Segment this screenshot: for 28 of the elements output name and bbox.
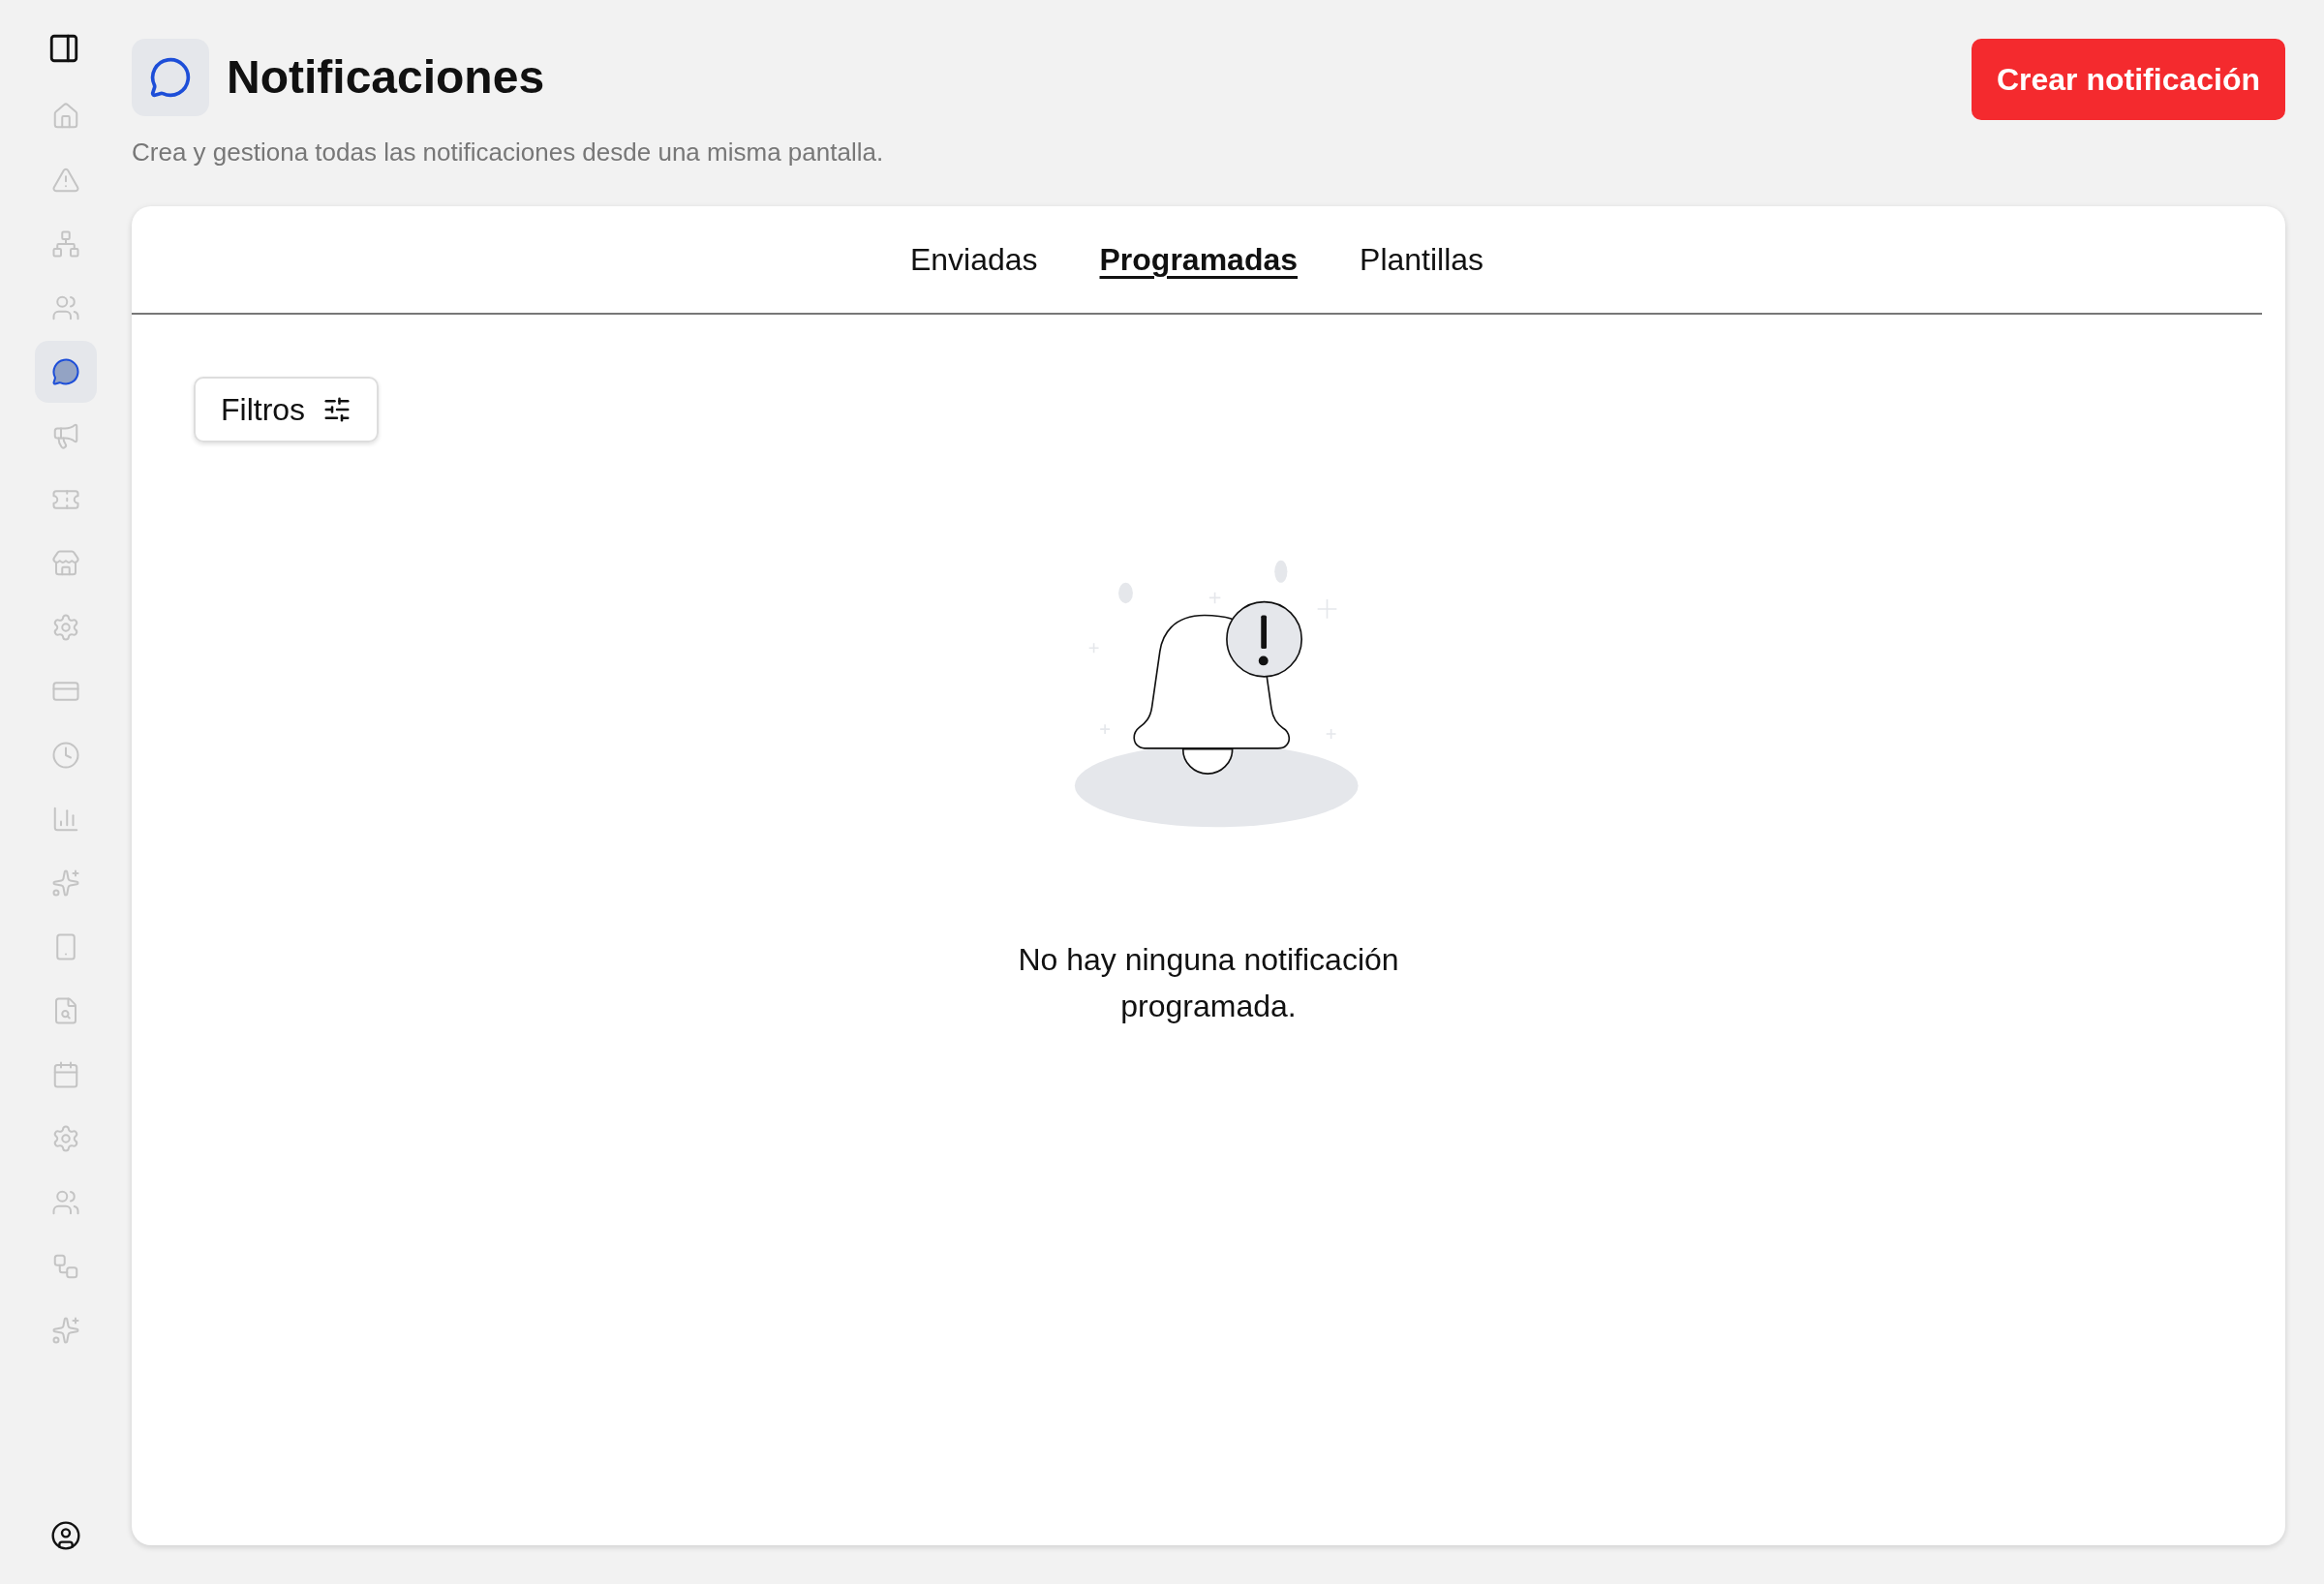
- filters-button[interactable]: Filtros: [194, 377, 380, 442]
- sparkle-icon: [51, 868, 80, 898]
- panel-icon: [47, 32, 80, 65]
- calendar-icon: [51, 1060, 80, 1089]
- workflow-icon: [51, 1252, 80, 1281]
- store-icon: [51, 549, 80, 578]
- users-icon: [51, 293, 80, 322]
- home-icon: [51, 102, 80, 131]
- sidebar-item[interactable]: [35, 341, 97, 403]
- sparkle-icon: [51, 1316, 80, 1345]
- chart-icon: [51, 805, 80, 834]
- tab[interactable]: Programadas: [1099, 236, 1299, 283]
- chat-icon: [149, 56, 192, 99]
- empty-state-message: No hay ninguna notificación programada.: [1017, 941, 1400, 1025]
- page-title: Notificaciones: [227, 50, 545, 105]
- settings-icon: [51, 613, 80, 642]
- tab[interactable]: Enviadas: [909, 236, 1038, 283]
- warning-icon: [51, 166, 80, 195]
- megaphone-icon: [51, 421, 80, 450]
- settings-icon: [51, 1124, 80, 1153]
- page-subtitle: Crea y gestiona todas las notificaciones desde una misma pantalla.: [132, 137, 884, 168]
- create-notification-button[interactable]: Crear notificación: [1971, 39, 2285, 120]
- user-icon: [50, 1520, 81, 1551]
- chat-icon: [51, 357, 80, 386]
- network-icon: [51, 229, 80, 259]
- clock-icon: [51, 741, 80, 770]
- tab[interactable]: Plantillas: [1360, 236, 1484, 283]
- users-icon: [51, 1188, 80, 1217]
